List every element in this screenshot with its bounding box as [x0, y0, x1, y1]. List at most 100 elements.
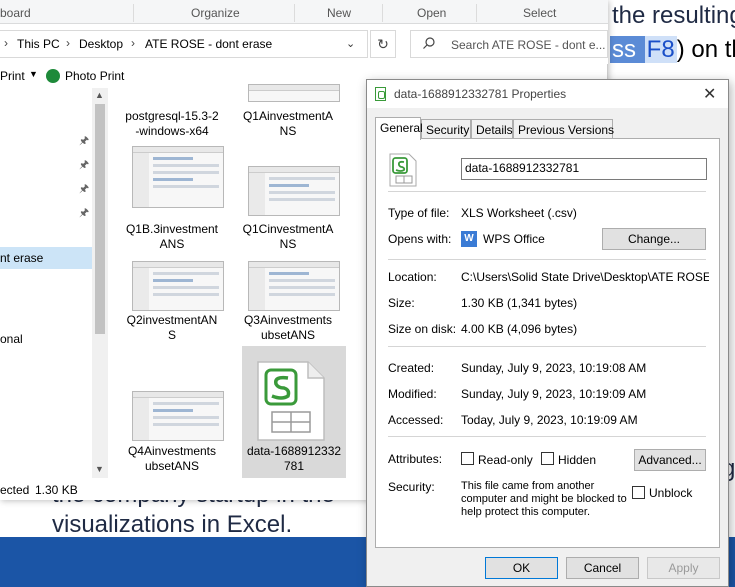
address-row: › This PC › Desktop › ATE ROSE - dont er… [0, 24, 608, 64]
print-button[interactable]: Print [0, 69, 25, 83]
advanced-button[interactable]: Advanced... [634, 449, 706, 471]
file-item[interactable]: Q4Ainvestments ubsetANS [120, 346, 224, 476]
chevron-down-icon[interactable]: ⌄ [346, 37, 355, 50]
security-message: This file came from another computer and… [461, 480, 627, 518]
unblock-checkbox[interactable] [632, 486, 645, 499]
search-input[interactable]: Search ATE ROSE - dont e... [410, 30, 608, 58]
modified-value: Sunday, July 9, 2023, 10:19:09 AM [461, 387, 647, 401]
spreadsheet-thumbnail [132, 146, 224, 208]
tab-security[interactable]: Security [421, 119, 471, 139]
size-on-disk-label: Size on disk: [388, 322, 457, 336]
dialog-title-bar[interactable]: data-1688912332781 Properties ✕ [367, 80, 728, 108]
ok-button[interactable]: OK [485, 557, 558, 579]
location-label: Location: [388, 270, 437, 284]
background-line-1: the resulting [612, 2, 735, 29]
nav-item-personal[interactable]: onal [0, 332, 23, 346]
divider [388, 191, 706, 192]
location-value: C:\Users\Solid State Drive\Desktop\ATE R… [461, 270, 709, 284]
apply-button[interactable]: Apply [647, 557, 720, 579]
photo-print-button[interactable]: Photo Print [65, 69, 124, 83]
file-name-line: ubsetANS [144, 459, 200, 473]
breadcrumb-separator-icon: › [66, 36, 70, 50]
pin-icon[interactable]: 🖈 [79, 156, 89, 171]
search-icon [423, 37, 435, 49]
breadcrumb-desktop[interactable]: Desktop [79, 37, 123, 51]
nav-scrollbar[interactable]: ▲ ▼ [92, 88, 108, 478]
file-item[interactable]: postgresql-15.3-2 -windows-x64 [120, 88, 224, 143]
divider [388, 436, 706, 437]
opens-with-value: WPS Office [483, 232, 545, 246]
file-item[interactable]: Q1AinvestmentA NS [236, 84, 340, 143]
hidden-checkbox[interactable] [541, 452, 554, 465]
file-name-line: S [167, 328, 176, 342]
ribbon-separator [476, 4, 477, 22]
ribbon-group-clipboard[interactable]: board [0, 6, 31, 20]
highlight-pre: ss [610, 36, 645, 63]
refresh-icon[interactable]: ↻ [370, 30, 396, 58]
breadcrumb-separator-icon: › [131, 36, 135, 50]
file-name-line: Q1CinvestmentA [242, 222, 334, 236]
close-icon[interactable]: ✕ [703, 84, 716, 104]
file-name: postgresql-15.3-2 -windows-x64 [120, 109, 224, 139]
tab-general[interactable]: General [375, 117, 423, 140]
change-button[interactable]: Change... [602, 228, 706, 250]
file-item[interactable]: Q1B.3investment ANS [120, 146, 224, 256]
ribbon-group-open[interactable]: Open [417, 6, 446, 20]
nav-item-label: nt erase [0, 251, 44, 265]
file-item[interactable]: Q3Ainvestments ubsetANS [236, 256, 340, 346]
breadcrumb-this-pc[interactable]: This PC [17, 37, 60, 51]
pin-icon[interactable]: 🖈 [79, 204, 89, 219]
file-name: Q2investmentAN S [120, 313, 224, 343]
file-name-field[interactable]: data-1688912332781 [461, 158, 707, 180]
dialog-title: data-1688912332781 Properties [394, 87, 567, 101]
background-line-2: ss F8) on the [610, 36, 735, 64]
scroll-up-icon[interactable]: ▲ [95, 90, 104, 100]
file-name-line: Q1AinvestmentA [242, 109, 334, 123]
file-name-line: Q1B.3investment [125, 222, 219, 236]
chevron-down-icon[interactable]: ▼ [29, 69, 38, 79]
divider [388, 259, 706, 260]
ribbon-group-organize[interactable]: Organize [191, 6, 240, 20]
ribbon-group-select[interactable]: Select [523, 6, 556, 20]
created-value: Sunday, July 9, 2023, 10:19:08 AM [461, 361, 647, 375]
address-bar[interactable]: › This PC › Desktop › ATE ROSE - dont er… [0, 30, 368, 58]
spreadsheet-file-icon [375, 87, 386, 101]
accessed-value: Today, July 9, 2023, 10:19:09 AM [461, 413, 638, 427]
pin-icon[interactable]: 🖈 [79, 132, 89, 147]
file-name-line: NS [279, 124, 297, 138]
ribbon-group-new[interactable]: New [327, 6, 351, 20]
tab-details[interactable]: Details [471, 119, 513, 139]
file-name-line: ANS [159, 237, 185, 251]
background-bottom-line-2: visualizations in Excel. [52, 511, 293, 538]
file-item-selected[interactable]: data-1688912332 781 [242, 346, 346, 478]
spreadsheet-thumbnail [248, 84, 340, 102]
file-name: data-1688912332 781 [242, 444, 346, 474]
properties-dialog: data-1688912332781 Properties ✕ General … [366, 79, 729, 587]
readonly-checkbox[interactable] [461, 452, 474, 465]
file-name-line: Q4Ainvestments [127, 444, 217, 458]
tab-previous-versions[interactable]: Previous Versions [513, 119, 614, 139]
created-label: Created: [388, 361, 435, 375]
size-value: 1.30 KB (1,341 bytes) [461, 296, 578, 310]
type-of-file-value: XLS Worksheet (.csv) [461, 206, 577, 220]
scroll-down-icon[interactable]: ▼ [95, 464, 104, 474]
line2-post: ) on the [676, 36, 735, 63]
file-item[interactable]: Q1CinvestmentA NS [236, 146, 340, 256]
file-name: Q4Ainvestments ubsetANS [120, 444, 224, 474]
file-name-line: postgresql-15.3-2 [125, 109, 219, 123]
file-grid: postgresql-15.3-2 -windows-x64 Q1Ainvest… [120, 84, 370, 478]
pin-icon[interactable]: 🖈 [79, 180, 89, 195]
file-name-line: 781 [283, 459, 305, 473]
ribbon-separator [133, 4, 134, 22]
file-name-line: data-1688912332 [246, 444, 342, 458]
breadcrumb-ate-rose[interactable]: ATE ROSE - dont erase [145, 37, 272, 51]
nav-item-ate-rose[interactable]: nt erase [0, 247, 92, 269]
divider [388, 346, 706, 347]
security-label: Security: [388, 480, 435, 494]
scrollbar-thumb[interactable] [95, 104, 105, 334]
file-name: Q3Ainvestments ubsetANS [236, 313, 340, 343]
file-name-line: NS [279, 237, 297, 251]
readonly-label: Read-only [478, 453, 533, 467]
cancel-button[interactable]: Cancel [566, 557, 639, 579]
file-item[interactable]: Q2investmentAN S [120, 256, 224, 346]
